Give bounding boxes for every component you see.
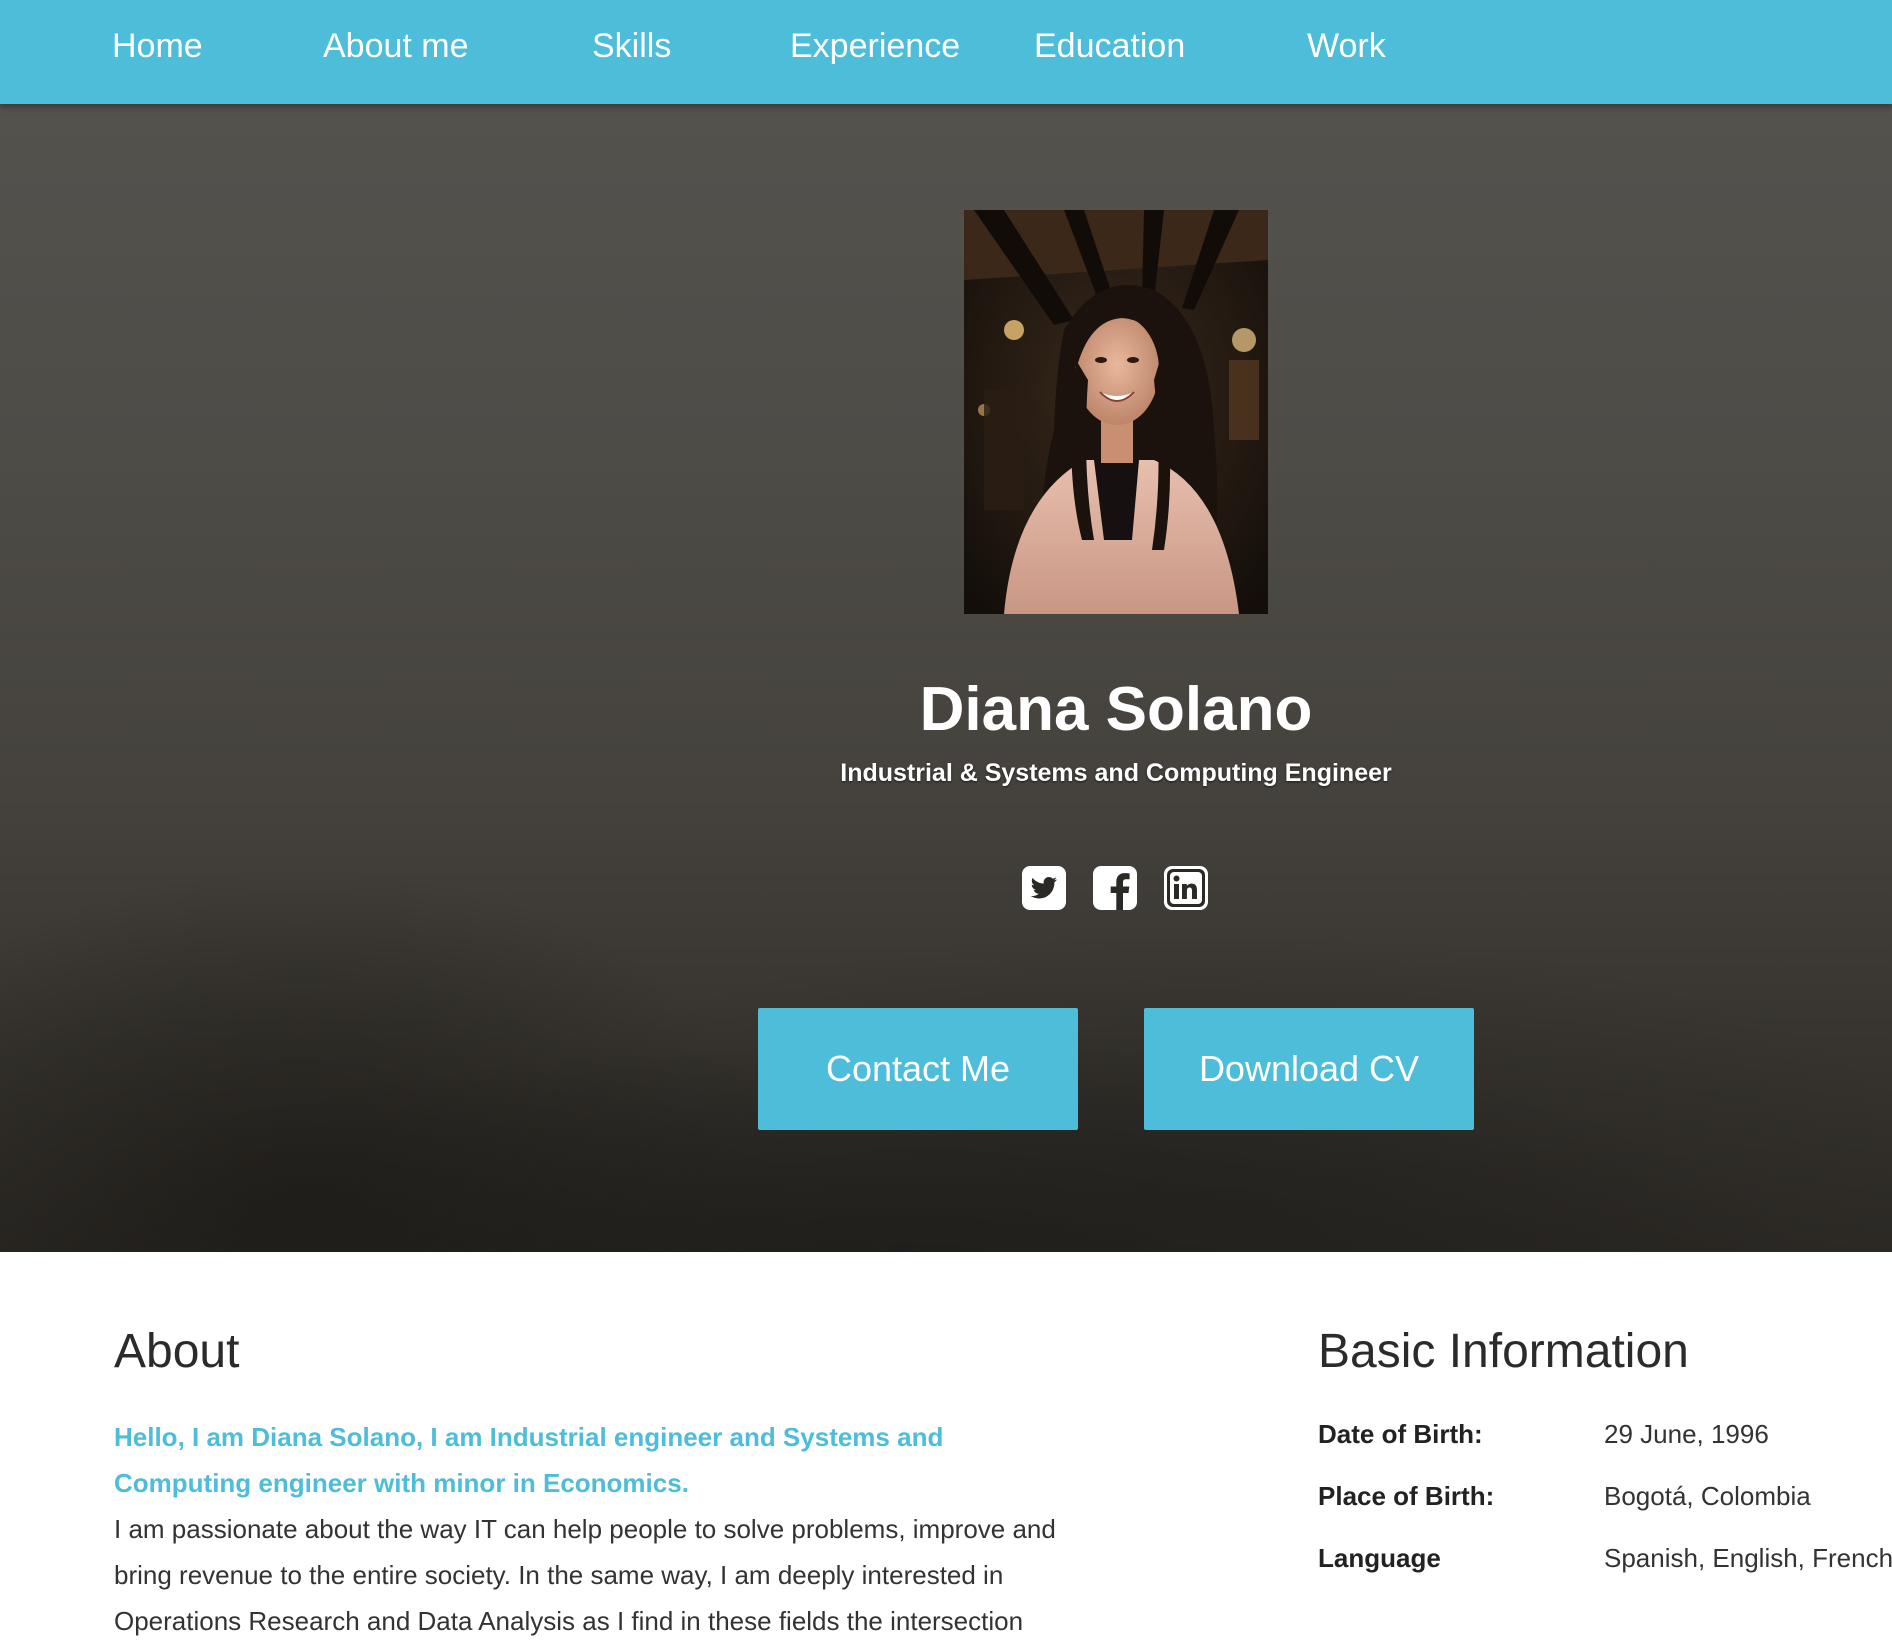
twitter-icon[interactable]: [1022, 866, 1066, 910]
about-body: I am passionate about the way IT can hel…: [114, 1514, 1056, 1636]
nav-home[interactable]: Home: [112, 24, 203, 68]
hero-name: Diana Solano: [919, 675, 1313, 744]
about-intro: Hello, I am Diana Solano, I am Industria…: [114, 1422, 944, 1498]
info-row-place-of-birth: Place of Birth: Bogotá, Colombia: [1318, 1476, 1892, 1516]
info-row-date-of-birth: Date of Birth: 29 June, 1996: [1318, 1414, 1892, 1454]
nav-experience[interactable]: Experience: [790, 24, 960, 68]
facebook-icon[interactable]: [1093, 866, 1137, 910]
info-label: Place of Birth:: [1318, 1481, 1495, 1511]
nav-work[interactable]: Work: [1307, 24, 1386, 68]
info-row-language: Language Spanish, English, French: [1318, 1538, 1892, 1578]
contact-me-button[interactable]: Contact Me: [758, 1008, 1078, 1130]
nav-education[interactable]: Education: [1034, 24, 1185, 68]
info-label: Date of Birth:: [1318, 1419, 1483, 1449]
nav-about-me[interactable]: About me: [323, 24, 469, 68]
hero-subtitle: Industrial & Systems and Computing Engin…: [840, 759, 1392, 787]
info-value: 29 June, 1996: [1604, 1419, 1769, 1449]
info-label: Language: [1318, 1543, 1441, 1573]
about-heading: About: [114, 1325, 240, 1378]
info-value: Spanish, English, French: [1604, 1543, 1892, 1573]
profile-photo: [964, 210, 1268, 614]
nav-skills[interactable]: Skills: [592, 24, 671, 68]
basic-information-heading: Basic Information: [1318, 1325, 1689, 1378]
linkedin-icon[interactable]: [1164, 866, 1208, 910]
info-value: Bogotá, Colombia: [1604, 1481, 1811, 1511]
hero-section: Diana Solano Industrial & Systems and Co…: [0, 104, 1892, 1252]
top-navbar: Home About me Skills Experience Educatio…: [0, 0, 1892, 104]
download-cv-button[interactable]: Download CV: [1144, 1008, 1474, 1130]
